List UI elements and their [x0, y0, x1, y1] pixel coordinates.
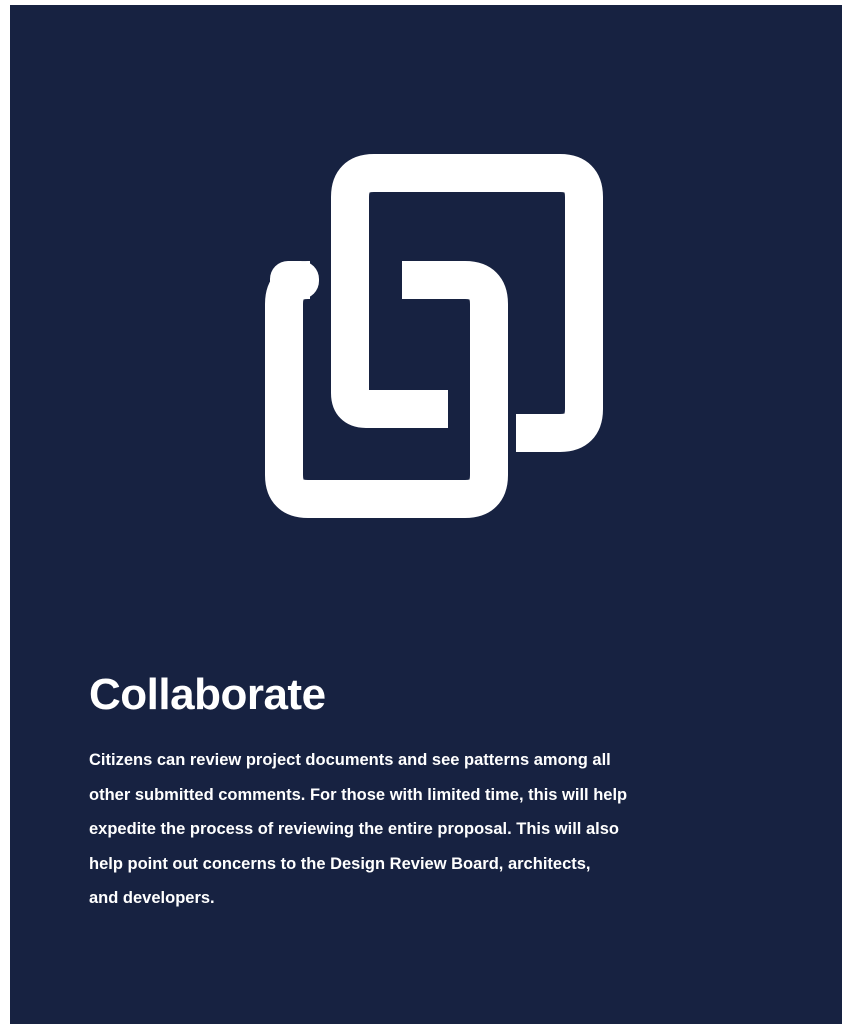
description-line: Citizens can review project documents an…	[89, 751, 611, 769]
description: Citizens can review project documents an…	[89, 743, 769, 916]
link-squares-icon	[265, 154, 603, 518]
description-line: help point out concerns to the Design Re…	[89, 854, 591, 873]
description-line: expedite the process of reviewing the en…	[89, 820, 619, 838]
description-line: other submitted comments. For those with…	[89, 785, 628, 804]
page-title: Collaborate	[89, 670, 326, 719]
collaborate-card: Collaborate Citizens can review project …	[10, 5, 842, 1024]
description-line: and developers.	[89, 889, 215, 907]
